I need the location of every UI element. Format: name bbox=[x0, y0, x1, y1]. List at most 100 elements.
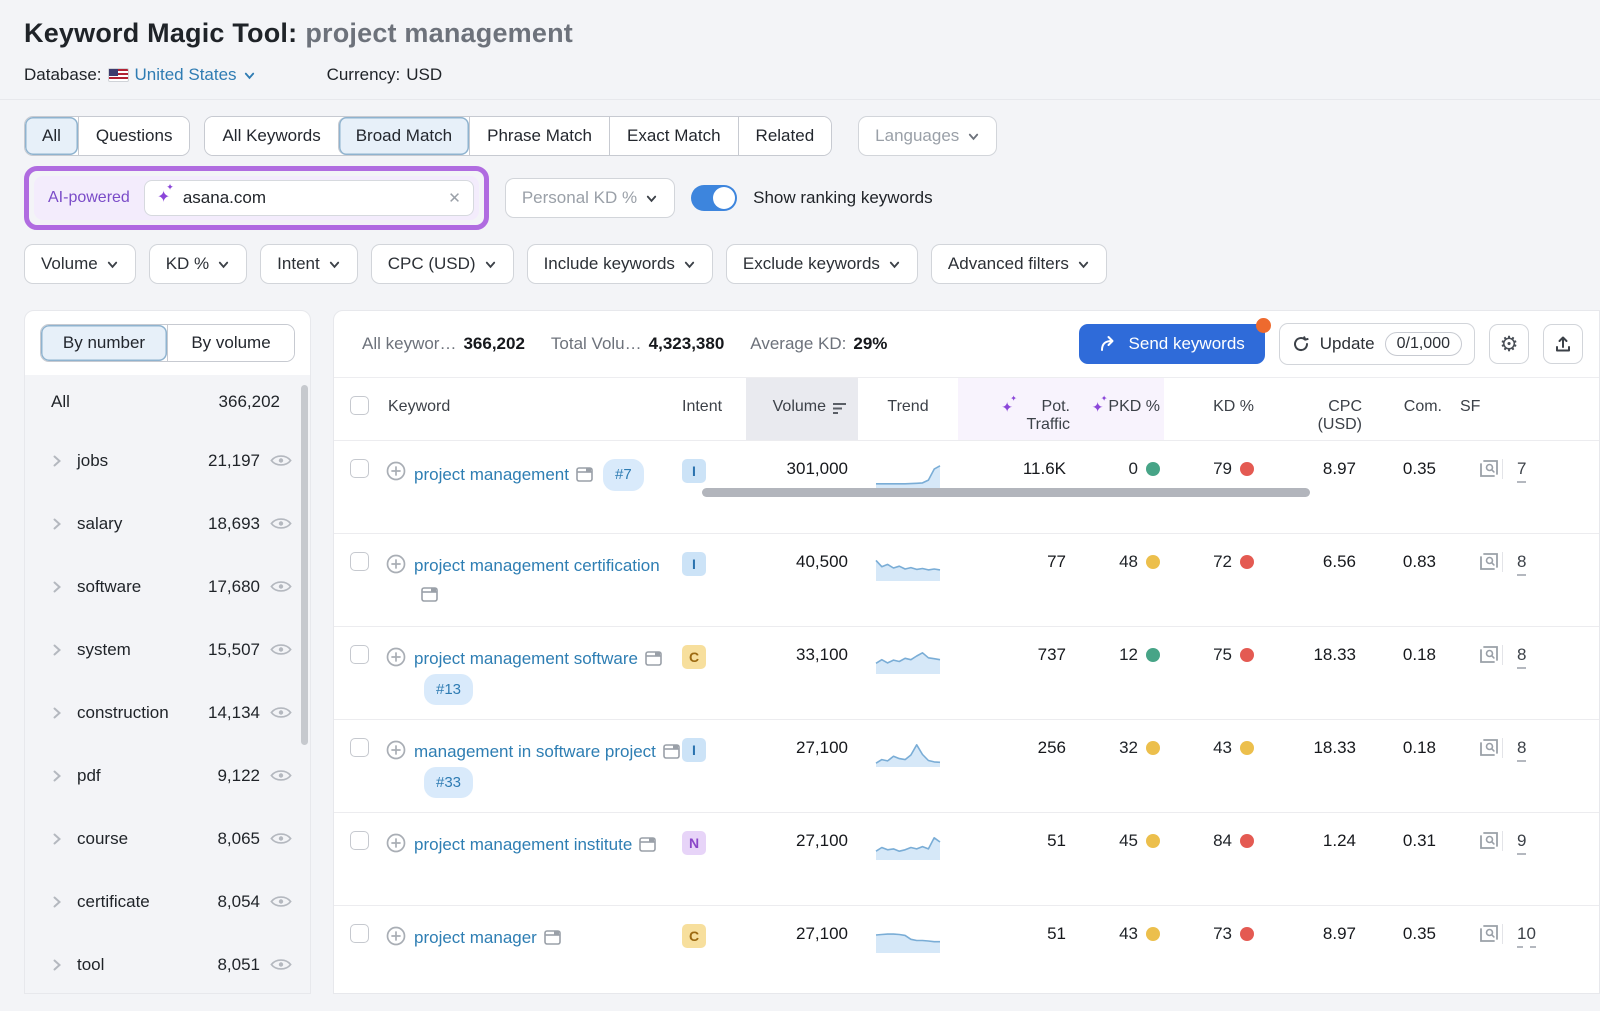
column-header-trend[interactable]: Trend bbox=[887, 392, 928, 416]
horizontal-scrollbar[interactable] bbox=[702, 488, 1310, 497]
serp-results-icon[interactable] bbox=[1478, 645, 1502, 665]
tab-all[interactable]: All bbox=[25, 117, 78, 155]
serp-results-icon[interactable] bbox=[1478, 459, 1502, 479]
sidebar-group-pdf[interactable]: pdf9,122 bbox=[25, 744, 306, 807]
filter-volume[interactable]: Volume bbox=[24, 244, 136, 284]
tab-broad-match[interactable]: Broad Match bbox=[338, 117, 469, 155]
show-ranking-toggle[interactable] bbox=[691, 185, 737, 211]
sf-count-link[interactable]: 8 bbox=[1517, 738, 1526, 762]
eye-icon[interactable] bbox=[270, 831, 292, 846]
row-checkbox[interactable] bbox=[350, 924, 369, 943]
tab-all-keywords[interactable]: All Keywords bbox=[205, 117, 337, 155]
eye-icon[interactable] bbox=[270, 516, 292, 531]
row-checkbox[interactable] bbox=[350, 738, 369, 757]
eye-icon[interactable] bbox=[270, 894, 292, 909]
intent-badge[interactable]: I bbox=[682, 738, 706, 762]
serp-window-icon[interactable] bbox=[576, 467, 593, 482]
eye-icon[interactable] bbox=[270, 705, 292, 720]
settings-button[interactable]: ⚙ bbox=[1489, 324, 1529, 364]
search-input[interactable] bbox=[183, 188, 440, 208]
row-checkbox[interactable] bbox=[350, 645, 369, 664]
intent-badge[interactable]: C bbox=[682, 645, 706, 669]
database-select[interactable]: United States bbox=[135, 65, 237, 85]
export-button[interactable] bbox=[1543, 324, 1583, 364]
tab-phrase-match[interactable]: Phrase Match bbox=[469, 117, 609, 155]
sf-count-link[interactable]: 8 bbox=[1517, 645, 1526, 669]
group-all-row[interactable]: All 366,202 bbox=[25, 375, 306, 429]
add-circle-icon[interactable] bbox=[386, 740, 406, 798]
sidebar-group-construction[interactable]: construction14,134 bbox=[25, 681, 306, 744]
sidebar-group-salary[interactable]: salary18,693 bbox=[25, 492, 306, 555]
eye-icon[interactable] bbox=[270, 579, 292, 594]
keyword-link[interactable]: project management software#13 bbox=[414, 645, 682, 705]
tab-exact-match[interactable]: Exact Match bbox=[609, 117, 738, 155]
eye-icon[interactable] bbox=[270, 642, 292, 657]
serp-results-icon[interactable] bbox=[1478, 552, 1502, 572]
chevron-right-icon[interactable] bbox=[51, 706, 63, 720]
sidebar-group-tool[interactable]: tool8,051 bbox=[25, 933, 306, 994]
filter-exclude-keywords[interactable]: Exclude keywords bbox=[726, 244, 918, 284]
sidebar-group-course[interactable]: course8,065 bbox=[25, 807, 306, 870]
column-header-com[interactable]: Com. bbox=[1404, 392, 1446, 416]
keyword-link[interactable]: project management#7 bbox=[414, 459, 644, 491]
intent-badge[interactable]: I bbox=[682, 552, 706, 576]
sf-count-link[interactable]: 9 bbox=[1517, 831, 1526, 855]
add-circle-icon[interactable] bbox=[386, 926, 406, 953]
add-circle-icon[interactable] bbox=[386, 647, 406, 705]
serp-window-icon[interactable] bbox=[645, 651, 662, 666]
filter-advanced-filters[interactable]: Advanced filters bbox=[931, 244, 1107, 284]
sidebar-group-certificate[interactable]: certificate8,054 bbox=[25, 870, 306, 933]
add-circle-icon[interactable] bbox=[386, 461, 406, 491]
tab-questions[interactable]: Questions bbox=[78, 117, 190, 155]
chevron-right-icon[interactable] bbox=[51, 958, 63, 972]
sf-count-link[interactable]: 8 bbox=[1517, 552, 1526, 576]
column-header-pkd[interactable]: ✦ PKD % bbox=[1076, 378, 1164, 440]
sidebar-group-jobs[interactable]: jobs21,197 bbox=[25, 429, 306, 492]
eye-icon[interactable] bbox=[270, 768, 292, 783]
column-header-intent[interactable]: Intent bbox=[682, 392, 722, 416]
row-checkbox[interactable] bbox=[350, 831, 369, 850]
keyword-link[interactable]: management in software project#33 bbox=[414, 738, 682, 798]
chevron-right-icon[interactable] bbox=[51, 517, 63, 531]
serp-window-icon[interactable] bbox=[421, 587, 438, 602]
ranking-position-badge[interactable]: #7 bbox=[603, 459, 644, 491]
column-header-sf[interactable]: SF bbox=[1446, 392, 1502, 416]
column-header-kd[interactable]: KD % bbox=[1213, 392, 1258, 416]
serp-window-icon[interactable] bbox=[639, 837, 656, 852]
add-circle-icon[interactable] bbox=[386, 554, 406, 610]
row-checkbox[interactable] bbox=[350, 552, 369, 571]
send-keywords-button[interactable]: Send keywords bbox=[1079, 324, 1265, 364]
filter-intent[interactable]: Intent bbox=[260, 244, 358, 284]
personal-kd-dropdown[interactable]: Personal KD % bbox=[505, 178, 675, 218]
chevron-down-icon[interactable] bbox=[243, 69, 255, 81]
chevron-right-icon[interactable] bbox=[51, 454, 63, 468]
filter-kd-[interactable]: KD % bbox=[149, 244, 247, 284]
sidebar-group-system[interactable]: system15,507 bbox=[25, 618, 306, 681]
column-header-pot-traffic[interactable]: ✦ Pot. Traffic bbox=[958, 378, 1076, 440]
column-header-cpc[interactable]: CPC (USD) bbox=[1306, 392, 1366, 434]
chevron-right-icon[interactable] bbox=[51, 895, 63, 909]
eye-icon[interactable] bbox=[270, 453, 292, 468]
intent-badge[interactable]: C bbox=[682, 924, 706, 948]
column-header-volume[interactable]: Volume bbox=[746, 378, 858, 440]
update-button[interactable]: Update 0/1,000 bbox=[1279, 323, 1475, 365]
serp-results-icon[interactable] bbox=[1478, 924, 1502, 944]
languages-dropdown[interactable]: Languages bbox=[858, 116, 997, 156]
sf-count-link[interactable]: 10 bbox=[1517, 924, 1536, 948]
serp-window-icon[interactable] bbox=[544, 930, 561, 945]
sf-count-link[interactable]: 7 bbox=[1517, 459, 1526, 483]
chevron-right-icon[interactable] bbox=[51, 580, 63, 594]
column-header-keyword[interactable]: Keyword bbox=[386, 392, 682, 416]
ranking-position-badge[interactable]: #13 bbox=[424, 674, 473, 706]
select-all-checkbox[interactable] bbox=[350, 396, 369, 415]
filter-include-keywords[interactable]: Include keywords bbox=[527, 244, 713, 284]
intent-badge[interactable]: I bbox=[682, 459, 706, 483]
chevron-right-icon[interactable] bbox=[51, 769, 63, 783]
intent-badge[interactable]: N bbox=[682, 831, 706, 855]
filter-cpc-usd-[interactable]: CPC (USD) bbox=[371, 244, 514, 284]
keyword-link[interactable]: project management institute bbox=[414, 831, 656, 860]
row-checkbox[interactable] bbox=[350, 459, 369, 478]
keyword-link[interactable]: project management certification bbox=[414, 552, 682, 610]
serp-results-icon[interactable] bbox=[1478, 738, 1502, 758]
keyword-link[interactable]: project manager bbox=[414, 924, 561, 953]
